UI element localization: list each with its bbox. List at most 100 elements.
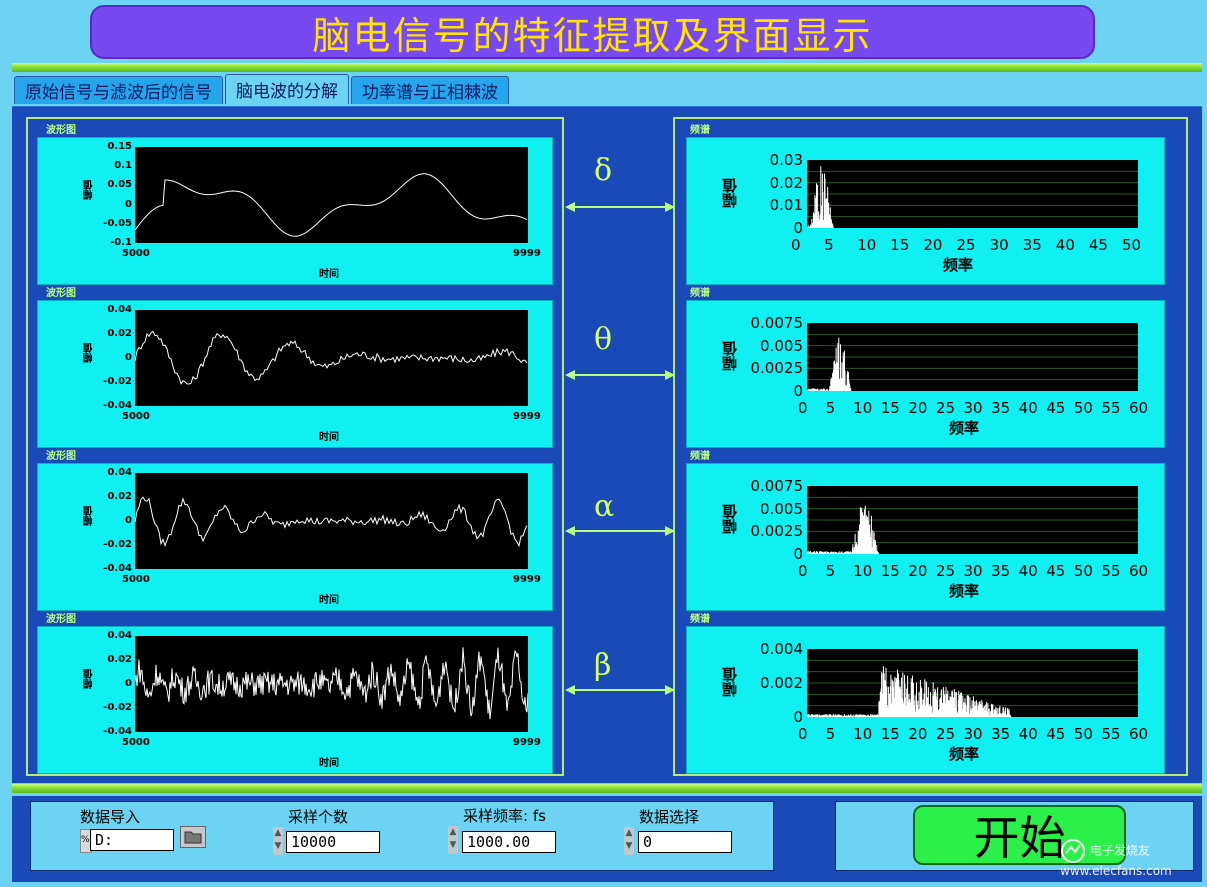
title-bar: 脑电信号的特征提取及界面显示 — [90, 5, 1095, 59]
sample-count-input[interactable]: 10000 — [286, 831, 380, 853]
waveform-chart-label: 波形图 — [46, 288, 76, 299]
x-tick-label: 5000 — [122, 248, 150, 259]
fs-input[interactable]: 1000.00 — [462, 831, 556, 853]
x-tick-label: 20 — [908, 399, 928, 417]
spectrum-chart-label: 频谱 — [690, 288, 710, 299]
fs-label: 采样频率: fs — [463, 807, 546, 825]
x-tick-label: 60 — [1129, 725, 1149, 743]
y-tick-label: -0.04 — [103, 726, 132, 737]
sample-count-label: 采样个数 — [288, 808, 349, 826]
x-tick-label: 45 — [1046, 562, 1066, 580]
x-tick-label: 10 — [853, 562, 873, 580]
spectrum-trace — [806, 333, 1138, 391]
x-tick-label: 45 — [1088, 236, 1108, 254]
x-tick-label: 0 — [798, 725, 808, 743]
data-import-label: 数据导入 — [80, 808, 141, 826]
spectrum-chart: 0.004 0.002 0 0 5 10 15 20 25 30 35 40 45 50 55 60 幅值 频率 — [686, 626, 1165, 774]
x-tick-label: 20 — [923, 236, 943, 254]
tab-raw-filtered[interactable]: 原始信号与滤波后的信号 — [14, 76, 223, 104]
waveform-chart: 0.04 0.02 0 -0.02 -0.04 5000 9999 幅值 时间 — [37, 463, 553, 611]
x-tick-label: 5000 — [122, 574, 150, 585]
x-tick-label: 35 — [991, 562, 1011, 580]
spectrum-chart-label: 频谱 — [690, 614, 710, 625]
waveform-plot-area — [134, 636, 529, 732]
x-tick-label: 45 — [1046, 725, 1066, 743]
y-tick-label: 0.02 — [769, 173, 803, 192]
start-button-label: 开始 — [973, 811, 1066, 865]
x-tick-label: 10 — [853, 399, 873, 417]
x-tick-label: 55 — [1101, 399, 1121, 417]
x-tick-label: 10 — [857, 236, 877, 254]
y-axis-label: 幅值 — [721, 341, 739, 371]
x-tick-label: 50 — [1073, 562, 1093, 580]
band-symbol: α — [594, 489, 615, 524]
band-symbol: θ — [594, 322, 613, 357]
x-tick-label: 5000 — [122, 411, 150, 422]
spectrum-chart: 0.0075 0.005 0.0025 0 0 5 10 15 20 25 30 35 40 45 50 55… — [686, 463, 1165, 611]
y-tick-label: -0.02 — [103, 376, 132, 387]
waveform-line — [134, 647, 529, 720]
y-tick-label: 0.002 — [760, 674, 803, 692]
separator-bar — [12, 63, 1202, 72]
y-tick-label: 0.1 — [114, 160, 132, 172]
y-tick-label: 0.05 — [107, 179, 132, 191]
x-tick-label: 55 — [1101, 562, 1121, 580]
sample-count-stepper[interactable]: ▲ ▼ — [273, 827, 283, 855]
waveform-chart-label: 波形图 — [46, 614, 76, 625]
x-tick-label: 5 — [825, 725, 836, 743]
x-tick-label: 10 — [853, 725, 873, 743]
y-axis-label: 幅值 — [721, 178, 739, 208]
x-tick-label: 15 — [880, 725, 900, 743]
x-tick-label: 40 — [1018, 399, 1038, 417]
y-tick-label: -0.04 — [103, 563, 132, 574]
spectrum-plot-area — [806, 486, 1138, 554]
x-tick-label: 9999 — [513, 574, 541, 585]
tab-power-spectrum[interactable]: 功率谱与正相棘波 — [351, 76, 509, 104]
y-tick-label: 0 — [793, 382, 803, 400]
data-select-stepper[interactable]: ▲ ▼ — [624, 827, 634, 855]
waveform-chart-label: 波形图 — [46, 125, 76, 136]
x-tick-label: 5 — [825, 562, 836, 580]
data-select-label: 数据选择 — [639, 808, 700, 826]
x-tick-label: 0 — [798, 399, 808, 417]
watermark-logo — [1061, 839, 1085, 863]
waveform-chart: 0.04 0.02 0 -0.02 -0.04 5000 9999 幅值 时间 — [37, 626, 553, 774]
x-tick-label: 25 — [935, 399, 955, 417]
path-input[interactable]: D: — [90, 829, 174, 851]
y-axis-label: 幅值 — [721, 667, 739, 697]
x-tick-label: 25 — [935, 725, 955, 743]
x-axis-label: 时间 — [319, 595, 339, 606]
x-tick-label: 30 — [963, 725, 983, 743]
waveform-line — [134, 496, 528, 548]
waveform-line — [134, 330, 528, 385]
fs-stepper[interactable]: ▲ ▼ — [448, 826, 458, 854]
x-tick-label: 15 — [880, 399, 900, 417]
x-axis-label: 时间 — [319, 432, 339, 443]
tab-decomposition[interactable]: 脑电波的分解 — [225, 74, 349, 104]
x-tick-label: 35 — [1022, 236, 1042, 254]
y-tick-label: 0.005 — [760, 336, 803, 355]
x-tick-label: 9999 — [513, 411, 541, 422]
x-axis-label: 频率 — [949, 745, 980, 763]
x-tick-label: 40 — [1018, 562, 1038, 580]
spectrum-trace — [806, 659, 1138, 717]
page-title: 脑电信号的特征提取及界面显示 — [312, 13, 873, 58]
spectrum-line — [806, 666, 1012, 717]
x-axis-label: 时间 — [319, 758, 339, 769]
y-tick-label: 0 — [125, 198, 132, 210]
x-tick-label: 5 — [824, 236, 834, 254]
y-tick-label: 0 — [793, 219, 803, 237]
y-tick-label: 0 — [125, 515, 132, 526]
x-tick-label: 35 — [991, 399, 1011, 417]
x-tick-label: 55 — [1101, 725, 1121, 743]
y-tick-label: 0.0025 — [750, 359, 804, 378]
data-select-input[interactable]: 0 — [638, 831, 732, 853]
y-tick-label: -0.1 — [110, 237, 132, 248]
x-axis-label: 频率 — [943, 256, 974, 274]
y-tick-label: 0 — [125, 678, 132, 689]
x-tick-label: 30 — [963, 399, 983, 417]
browse-button[interactable] — [180, 826, 206, 848]
x-tick-label: 35 — [991, 725, 1011, 743]
x-tick-label: 5000 — [122, 737, 150, 748]
y-tick-label: 0.02 — [107, 491, 132, 502]
